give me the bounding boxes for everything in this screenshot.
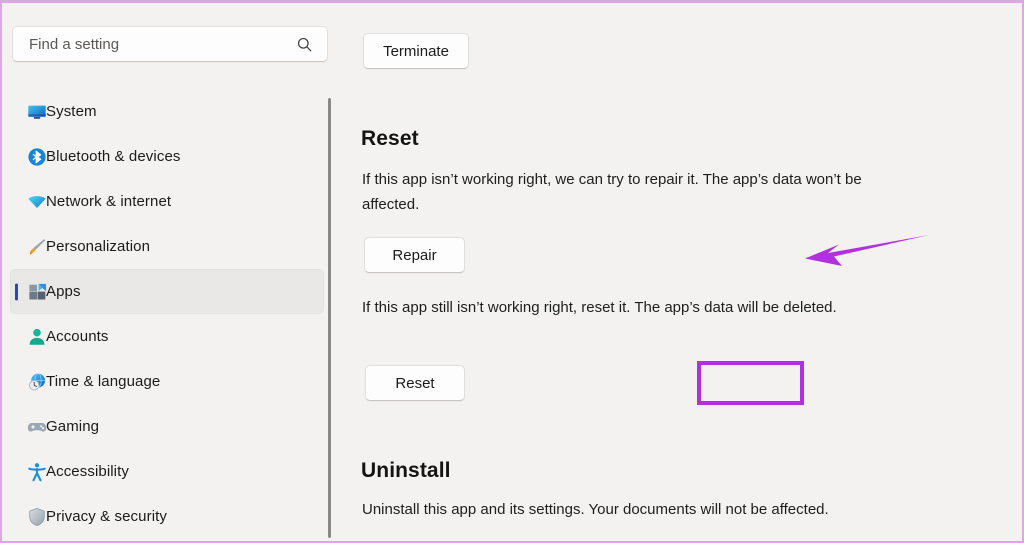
sidebar-item-label: Accessibility xyxy=(46,463,129,480)
settings-sidebar: System Bluetooth & devices xyxy=(2,3,338,541)
gamepad-icon xyxy=(26,416,48,438)
clock-globe-icon xyxy=(26,371,48,393)
terminate-button[interactable]: Terminate xyxy=(363,33,469,69)
uninstall-description: Uninstall this app and its settings. You… xyxy=(362,501,829,518)
bluetooth-icon xyxy=(26,146,48,168)
apps-icon xyxy=(27,281,49,303)
sidebar-item-time-language[interactable]: Time & language xyxy=(10,359,324,404)
reset-section-heading: Reset xyxy=(361,127,419,150)
sidebar-item-label: Gaming xyxy=(46,418,100,435)
annotation-arrow-to-repair xyxy=(805,235,929,266)
sidebar-item-apps[interactable]: Apps xyxy=(10,269,324,314)
search-input[interactable] xyxy=(29,35,296,53)
search-icon xyxy=(296,36,313,53)
sidebar-item-label: System xyxy=(46,103,97,120)
sidebar-item-label: Time & language xyxy=(46,373,161,390)
reset-button[interactable]: Reset xyxy=(365,365,465,401)
sidebar-item-label: Apps xyxy=(46,283,81,300)
sidebar-item-label: Accounts xyxy=(46,328,109,345)
repair-description: If this app isn’t working right, we can … xyxy=(362,171,862,213)
reset-description: If this app still isn’t working right, r… xyxy=(362,299,837,316)
shield-icon xyxy=(26,506,48,528)
sidebar-item-network-internet[interactable]: Network & internet xyxy=(10,179,324,224)
search-box[interactable] xyxy=(12,26,328,62)
main-content: Terminate Reset If this app isn’t workin… xyxy=(338,3,1022,541)
wifi-icon xyxy=(26,191,48,213)
selection-accent-bar xyxy=(15,283,18,300)
monitor-icon xyxy=(26,101,48,123)
sidebar-item-label: Bluetooth & devices xyxy=(46,148,181,165)
sidebar-nav-list: System Bluetooth & devices Network & int… xyxy=(2,89,332,541)
sidebar-item-accessibility[interactable]: Accessibility xyxy=(10,449,324,494)
sidebar-item-label: Network & internet xyxy=(46,193,172,210)
sidebar-item-label: Privacy & security xyxy=(46,508,167,525)
person-icon xyxy=(26,326,48,348)
paintbrush-icon xyxy=(26,236,48,258)
annotation-highlight-reset xyxy=(697,361,804,405)
sidebar-item-privacy-security[interactable]: Privacy & security xyxy=(10,494,324,539)
sidebar-item-bluetooth-devices[interactable]: Bluetooth & devices xyxy=(10,134,324,179)
sidebar-item-gaming[interactable]: Gaming xyxy=(10,404,324,449)
sidebar-item-personalization[interactable]: Personalization xyxy=(10,224,324,269)
sidebar-item-label: Personalization xyxy=(46,238,151,255)
sidebar-item-system[interactable]: System xyxy=(10,89,324,134)
sidebar-scrollbar[interactable] xyxy=(328,98,331,538)
settings-window: System Bluetooth & devices xyxy=(0,0,1024,543)
repair-button[interactable]: Repair xyxy=(364,237,465,273)
accessibility-icon xyxy=(26,461,48,483)
uninstall-section-heading: Uninstall xyxy=(361,459,451,482)
sidebar-item-accounts[interactable]: Accounts xyxy=(10,314,324,359)
